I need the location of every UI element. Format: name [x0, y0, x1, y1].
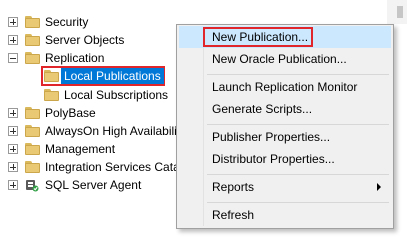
- menu-separator: [207, 174, 389, 175]
- expand-plus-icon[interactable]: [8, 180, 18, 190]
- expand-plus-icon[interactable]: [8, 144, 18, 154]
- folder-icon: [44, 70, 60, 82]
- menu-item-label: Generate Scripts...: [212, 102, 313, 116]
- menu-item-generate-scripts[interactable]: Generate Scripts...: [179, 98, 391, 120]
- folder-icon: [25, 34, 41, 46]
- menu-item-new-publication[interactable]: New Publication...: [179, 26, 391, 48]
- menu-item-publisher-properties[interactable]: Publisher Properties...: [179, 126, 391, 148]
- tree-item-label: Replication: [45, 51, 105, 65]
- sql-server-agent-icon: [26, 180, 39, 192]
- tree-item-label: AlwaysOn High Availabili: [45, 124, 177, 138]
- expand-plus-icon[interactable]: [8, 162, 18, 172]
- menu-item-distributor-properties[interactable]: Distributor Properties...: [179, 148, 391, 170]
- tree-item-label: PolyBase: [45, 106, 96, 120]
- menu-item-label: Publisher Properties...: [212, 130, 331, 144]
- menu-item-label: Launch Replication Monitor: [212, 80, 358, 94]
- tree-item-label: Server Objects: [45, 33, 125, 47]
- tree-item-local-publications[interactable]: Local Publications: [0, 66, 170, 86]
- tree-item-label: Local Subscriptions: [64, 88, 169, 102]
- menu-separator: [207, 74, 389, 75]
- context-menu: New Publication... New Oracle Publicatio…: [176, 24, 394, 229]
- tree-item-label: Management: [45, 142, 116, 156]
- collapse-minus-icon[interactable]: [8, 53, 18, 63]
- menu-item-label: Refresh: [212, 208, 255, 222]
- folder-icon: [25, 107, 41, 119]
- menu-item-refresh[interactable]: Refresh: [179, 204, 391, 226]
- tree-item-label: Security: [45, 15, 89, 29]
- expand-plus-icon[interactable]: [8, 126, 18, 136]
- scrollbar-thumb[interactable]: [397, 6, 403, 18]
- tree-item-label: Integration Services Cata: [45, 160, 180, 174]
- tree-item-label: Local Publications: [61, 68, 164, 84]
- folder-icon: [25, 125, 41, 137]
- menu-separator: [207, 202, 389, 203]
- folder-icon: [44, 89, 60, 101]
- menu-separator: [207, 124, 389, 125]
- menu-item-label: New Oracle Publication...: [212, 52, 347, 66]
- menu-item-reports[interactable]: Reports: [179, 176, 391, 198]
- expand-plus-icon[interactable]: [8, 35, 18, 45]
- menu-item-label: Distributor Properties...: [212, 152, 335, 166]
- menu-item-label: Reports: [212, 180, 255, 194]
- expand-plus-icon[interactable]: [8, 108, 18, 118]
- folder-icon: [25, 52, 41, 64]
- submenu-arrow-icon: [377, 183, 381, 191]
- menu-item-launch-replication-monitor[interactable]: Launch Replication Monitor: [179, 76, 391, 98]
- folder-icon: [25, 16, 41, 28]
- scrollbar[interactable]: [387, 0, 407, 24]
- menu-item-label: New Publication...: [212, 30, 309, 44]
- folder-icon: [25, 143, 41, 155]
- menu-item-new-oracle-publication[interactable]: New Oracle Publication...: [179, 48, 391, 70]
- folder-icon: [25, 161, 41, 173]
- tree-item-label: SQL Server Agent: [45, 178, 142, 192]
- expand-plus-icon[interactable]: [8, 17, 18, 27]
